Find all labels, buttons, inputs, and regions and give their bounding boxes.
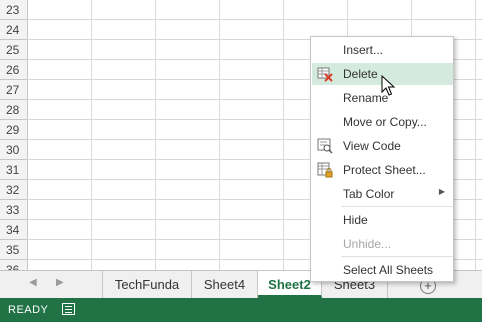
menu-item-label: Delete <box>343 67 378 81</box>
delete-sheet-icon <box>317 67 333 82</box>
row-number[interactable]: 30 <box>0 140 27 160</box>
mouse-pointer-icon <box>381 75 396 96</box>
context-menu: Insert... Delete Rename Move or Copy... … <box>310 36 454 282</box>
row-number[interactable]: 26 <box>0 60 27 80</box>
status-bar: READY <box>0 298 482 322</box>
menu-item-label: Hide <box>343 213 368 227</box>
menu-item-move-copy[interactable]: Move or Copy... <box>312 111 453 133</box>
row-number[interactable]: 25 <box>0 40 27 60</box>
menu-item-label: Tab Color <box>343 187 395 201</box>
menu-item-unhide: Unhide... <box>312 233 453 255</box>
menu-item-hide[interactable]: Hide <box>312 209 453 231</box>
macro-record-icon[interactable] <box>62 303 75 315</box>
submenu-arrow-icon: ▶ <box>438 187 445 196</box>
scroll-left-icon[interactable]: ◀ <box>29 277 37 288</box>
menu-separator <box>341 206 453 207</box>
grid-row[interactable] <box>0 0 482 20</box>
menu-item-label: Move or Copy... <box>343 115 427 129</box>
row-number[interactable]: 34 <box>0 220 27 240</box>
scroll-right-icon[interactable]: ▶ <box>56 277 64 288</box>
row-number[interactable]: 24 <box>0 20 27 40</box>
protect-sheet-icon <box>317 162 333 178</box>
row-number[interactable]: 28 <box>0 100 27 120</box>
menu-item-label: Unhide... <box>343 237 392 251</box>
menu-item-view-code[interactable]: View Code <box>312 135 453 157</box>
menu-item-protect-sheet[interactable]: Protect Sheet... <box>312 159 453 181</box>
sheet-tab[interactable]: Sheet4 <box>192 271 258 298</box>
menu-item-select-all-sheets[interactable]: Select All Sheets <box>312 259 453 281</box>
row-number[interactable]: 31 <box>0 160 27 180</box>
view-code-icon <box>317 138 333 154</box>
row-number[interactable]: 27 <box>0 80 27 100</box>
menu-item-label: View Code <box>343 139 401 153</box>
status-text: READY <box>8 304 49 316</box>
row-number[interactable]: 33 <box>0 200 27 220</box>
menu-separator <box>341 256 453 257</box>
menu-item-label: Select All Sheets <box>343 263 434 277</box>
menu-item-insert[interactable]: Insert... <box>312 39 453 61</box>
row-number[interactable]: 36 <box>0 260 27 270</box>
menu-item-label: Insert... <box>343 43 384 57</box>
row-number[interactable]: 29 <box>0 120 27 140</box>
row-number[interactable]: 32 <box>0 180 27 200</box>
sheet-tab[interactable]: TechFunda <box>102 271 192 298</box>
menu-item-tab-color[interactable]: Tab Color ▶ <box>312 183 453 205</box>
row-number[interactable]: 35 <box>0 240 27 260</box>
row-number[interactable]: 23 <box>0 0 27 20</box>
menu-item-label: Protect Sheet... <box>343 163 426 177</box>
